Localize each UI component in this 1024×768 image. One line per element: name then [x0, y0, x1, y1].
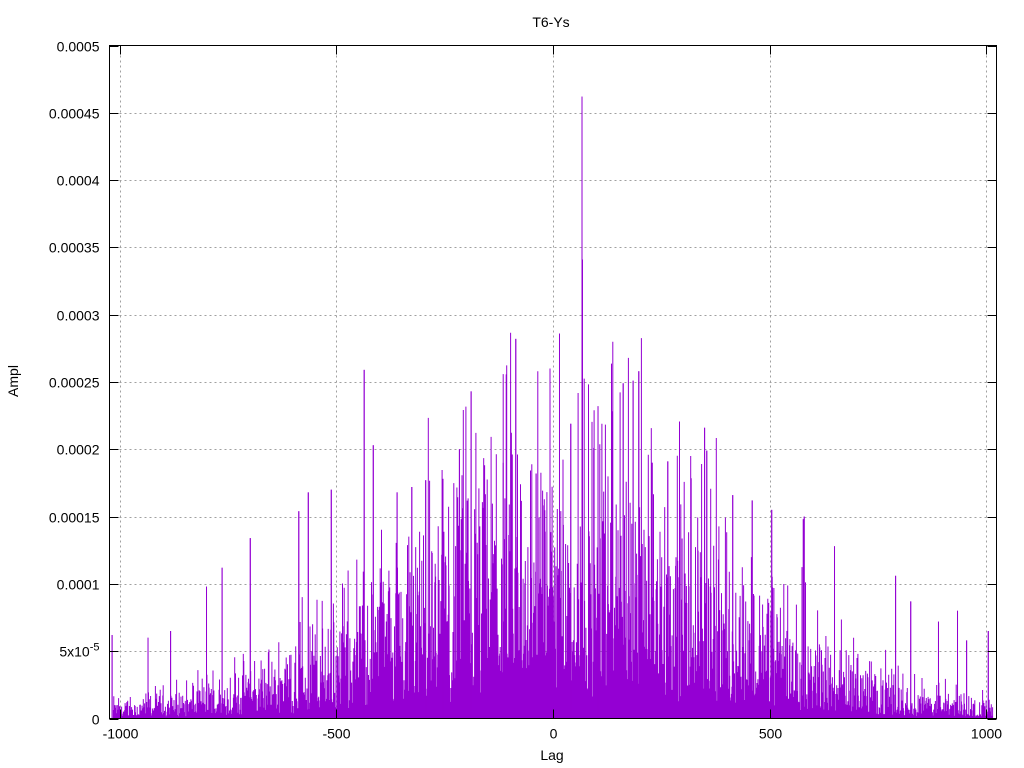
x-tick-label: 1000 [971, 726, 1002, 742]
x-tick-label: -1000 [103, 726, 139, 742]
y-tick-label: 0.0001 [57, 577, 100, 593]
y-axis-label: Ampl [5, 365, 21, 397]
impulse-series-line [111, 96, 994, 719]
y-tick-label: 5x10-5 [59, 642, 99, 660]
y-tick-label-base: 5x10 [59, 644, 90, 660]
y-tick-label-exponent: -5 [90, 642, 100, 654]
y-tick-label: 0.0005 [57, 39, 100, 55]
y-tick-label: 0.00045 [49, 106, 100, 122]
y-tick-label: 0.0004 [57, 173, 100, 189]
y-tick-label: 0 [92, 712, 100, 728]
x-tick-label: 0 [550, 726, 558, 742]
x-tick-label: -500 [322, 726, 350, 742]
x-axis-label: Lag [540, 747, 563, 763]
series-area [111, 96, 994, 719]
y-tick-label: 0.00015 [49, 510, 100, 526]
chart: T6-Ys -1000 -500 0 500 1000 0 5x10-5 0.0001 0.00… [5, 14, 1002, 763]
y-tick-label: 0.00025 [49, 375, 100, 391]
y-tick-label: 0.00035 [49, 240, 100, 256]
x-tick-label: 500 [759, 726, 783, 742]
y-tick-label: 0.0002 [57, 442, 100, 458]
chart-title: T6-Ys [532, 14, 569, 30]
y-tick-label: 0.0003 [57, 308, 100, 324]
